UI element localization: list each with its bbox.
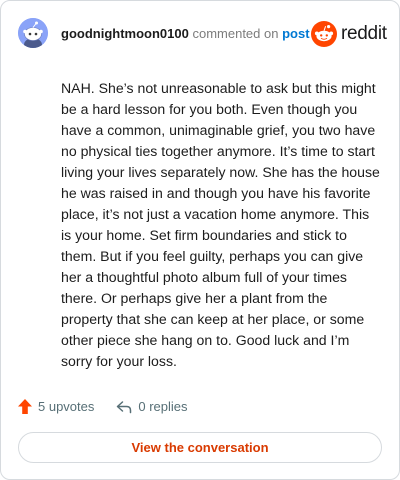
reddit-wordmark: reddit bbox=[341, 23, 387, 44]
comment-card: goodnightmoon0100 commented on post redd… bbox=[0, 0, 400, 480]
comment-actions: 5 upvotes 0 replies bbox=[18, 399, 188, 414]
reddit-logo-icon bbox=[311, 21, 337, 47]
reddit-logo[interactable]: reddit bbox=[311, 21, 387, 47]
upvote-button[interactable]: 5 upvotes bbox=[18, 399, 94, 414]
avatar[interactable] bbox=[18, 18, 48, 48]
commented-on-text: commented on bbox=[192, 26, 279, 41]
reply-button[interactable]: 0 replies bbox=[116, 399, 188, 414]
username[interactable]: goodnightmoon0100 bbox=[61, 26, 189, 41]
reply-count: 0 replies bbox=[138, 399, 188, 414]
reply-arrow-icon bbox=[117, 400, 132, 413]
snoo-avatar-icon bbox=[18, 18, 48, 48]
post-link[interactable]: post bbox=[282, 26, 309, 41]
comment-body: NAH. She’s not unreasonable to ask but t… bbox=[61, 80, 380, 369]
comment-header: goodnightmoon0100 commented on post bbox=[61, 26, 310, 42]
upvote-arrow-icon bbox=[18, 399, 32, 414]
view-conversation-button[interactable]: View the conversation bbox=[18, 432, 382, 463]
upvote-count: 5 upvotes bbox=[38, 399, 95, 414]
